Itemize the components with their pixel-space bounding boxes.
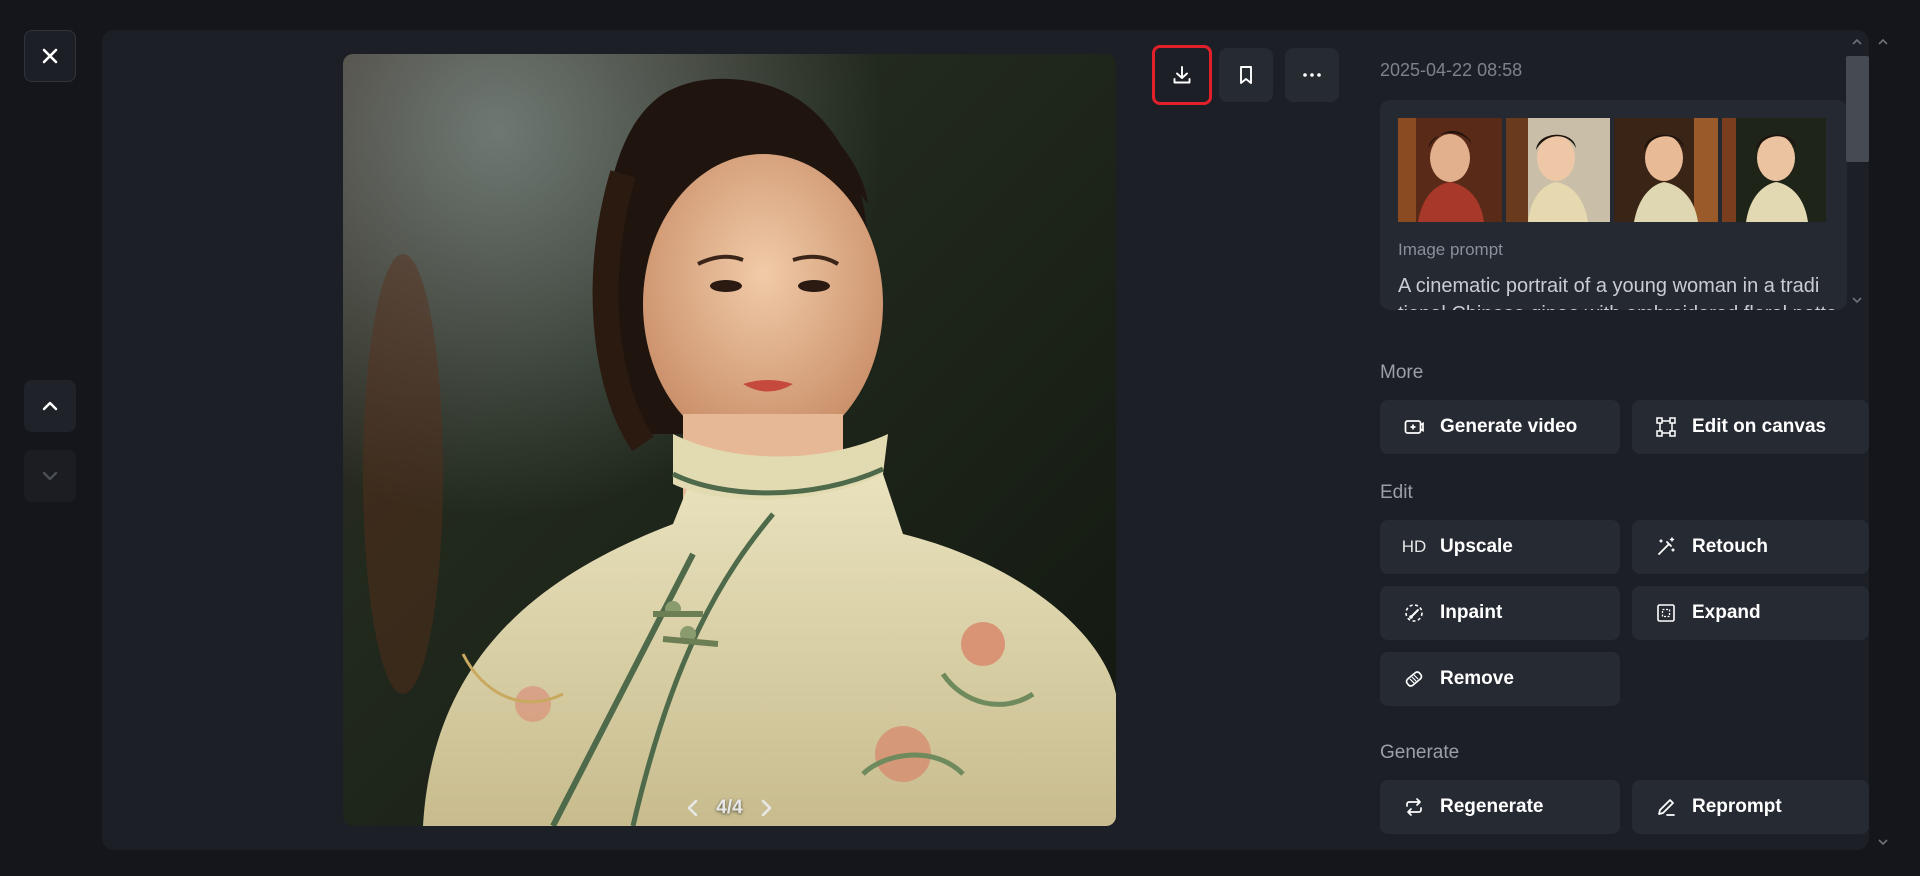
generate-video-label: Generate video [1440,416,1578,437]
remove-button[interactable]: Remove [1380,652,1620,706]
chevron-left-icon [687,799,698,817]
chevron-up-icon [42,401,58,411]
bookmark-button[interactable] [1219,48,1273,102]
scroll-down-arrow[interactable] [1877,834,1889,850]
chevron-up-icon [1878,38,1888,45]
remove-label: Remove [1440,668,1514,689]
canvas-icon [1654,415,1678,439]
close-button[interactable] [24,30,76,82]
inpaint-label: Inpaint [1440,602,1503,623]
image-pager: 4/4 [343,794,1116,822]
thumbnail-1[interactable] [1398,118,1502,222]
image-viewer-modal: 4/4 2025-04-22 08:58 Image prompt A cine… [0,0,1920,876]
outer-scroll-up-arrow[interactable] [1877,34,1889,50]
chevron-down-icon [1852,297,1862,304]
portrait-image [343,54,1116,826]
section-title-edit: Edit [1380,482,1413,503]
edit-on-canvas-label: Edit on canvas [1692,416,1827,437]
created-timestamp: 2025-04-22 08:58 [1380,60,1523,80]
sidebar-scrollbar-thumb[interactable] [1846,56,1869,162]
expand-button[interactable]: Expand [1632,586,1869,640]
edit-on-canvas-button[interactable]: Edit on canvas [1632,400,1869,454]
prompt-card: Image prompt A cinematic portrait of a y… [1380,100,1847,310]
pager-count: 4/4 [716,797,743,818]
chevron-down-icon [42,471,58,481]
brush-circle-icon [1402,601,1426,625]
thumbnail-strip [1398,118,1826,222]
retouch-button[interactable]: Retouch [1632,520,1869,574]
prompt-text: A cinematic portrait of a young woman in… [1398,275,1820,297]
reprompt-button[interactable]: Reprompt [1632,780,1869,834]
chevron-down-icon [1878,839,1888,846]
eraser-icon [1402,667,1426,691]
thumbnail-4[interactable] [1722,118,1826,222]
hd-icon: HD [1401,537,1427,556]
thumbnail-3[interactable] [1614,118,1718,222]
generate-video-button[interactable]: Generate video [1380,400,1620,454]
regenerate-button[interactable]: Regenerate [1380,780,1620,834]
video-plus-icon [1402,415,1426,439]
inpaint-button[interactable]: Inpaint [1380,586,1620,640]
expand-label: Expand [1692,602,1761,623]
retouch-label: Retouch [1692,536,1768,557]
viewer-panel: 4/4 2025-04-22 08:58 Image prompt A cine… [102,30,1869,850]
more-dots-icon [1303,73,1321,77]
next-image-button[interactable] [24,450,76,502]
upscale-button[interactable]: HD Upscale [1380,520,1620,574]
upscale-label: Upscale [1440,536,1513,557]
prompt-label: Image prompt [1398,240,1503,259]
main-image[interactable]: 4/4 [343,54,1116,826]
prompt-scroll-down-arrow[interactable] [1851,292,1863,308]
close-icon [42,48,58,64]
more-options-button[interactable] [1285,48,1339,102]
section-title-more: More [1380,362,1424,383]
repeat-icon [1402,795,1426,819]
regenerate-label: Regenerate [1440,796,1544,817]
chevron-up-icon [1852,38,1862,45]
pager-prev-button[interactable] [682,794,704,822]
magic-wand-icon [1654,535,1678,559]
download-button[interactable] [1152,45,1212,105]
previous-image-button[interactable] [24,380,76,432]
pencil-icon [1654,795,1678,819]
bookmark-icon [1240,66,1252,84]
details-sidebar: 2025-04-22 08:58 Image prompt A cinemati… [1380,30,1869,850]
thumbnail-2[interactable] [1506,118,1610,222]
expand-frame-icon [1654,601,1678,625]
chevron-right-icon [761,799,772,817]
reprompt-label: Reprompt [1692,796,1782,817]
scroll-up-arrow[interactable] [1851,34,1863,50]
download-icon [1173,66,1191,84]
prompt-text-continued: tional Chinese qipao with embroidered fl… [1398,300,1838,310]
pager-next-button[interactable] [755,794,777,822]
section-title-generate: Generate [1380,742,1460,763]
